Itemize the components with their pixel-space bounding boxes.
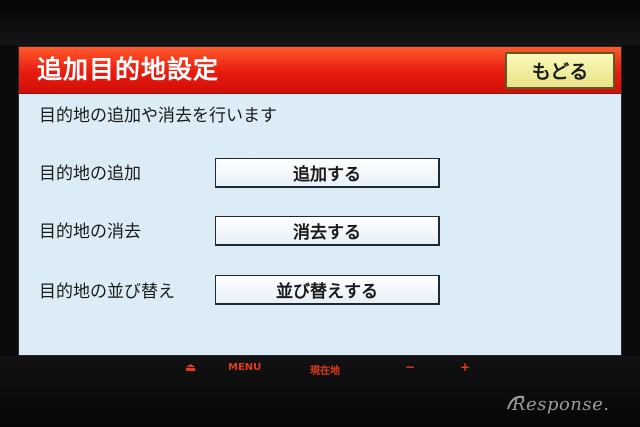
reorder-destination-label: 目的地の並び替え xyxy=(39,282,175,302)
current-location-button[interactable]: 現在地 xyxy=(310,362,340,377)
delete-destination-button[interactable]: 消去する xyxy=(215,216,440,246)
screen: 追加目的地設定 もどる 目的地の追加や消去を行います 目的地の追加 追加する 目… xyxy=(18,46,622,356)
watermark-logo: Response. xyxy=(512,394,610,415)
reorder-destination-button[interactable]: 並び替えする xyxy=(215,275,440,305)
back-button[interactable]: もどる xyxy=(505,52,615,89)
zoom-in-button[interactable]: + xyxy=(460,360,470,374)
add-destination-button[interactable]: 追加する xyxy=(215,158,440,188)
device-bezel-top xyxy=(0,0,640,45)
add-destination-label: 目的地の追加 xyxy=(39,164,141,184)
eject-icon[interactable]: ⏏ xyxy=(185,360,196,374)
description-text: 目的地の追加や消去を行います xyxy=(39,106,277,126)
zoom-out-button[interactable]: − xyxy=(405,360,415,374)
menu-button[interactable]: MENU xyxy=(228,362,261,373)
page-title: 追加目的地設定 xyxy=(37,55,220,84)
hardware-controls: ⏏ MENU 現在地 − + Response. xyxy=(0,356,640,427)
title-bar: 追加目的地設定 もどる xyxy=(19,47,621,94)
delete-destination-label: 目的地の消去 xyxy=(39,222,141,242)
